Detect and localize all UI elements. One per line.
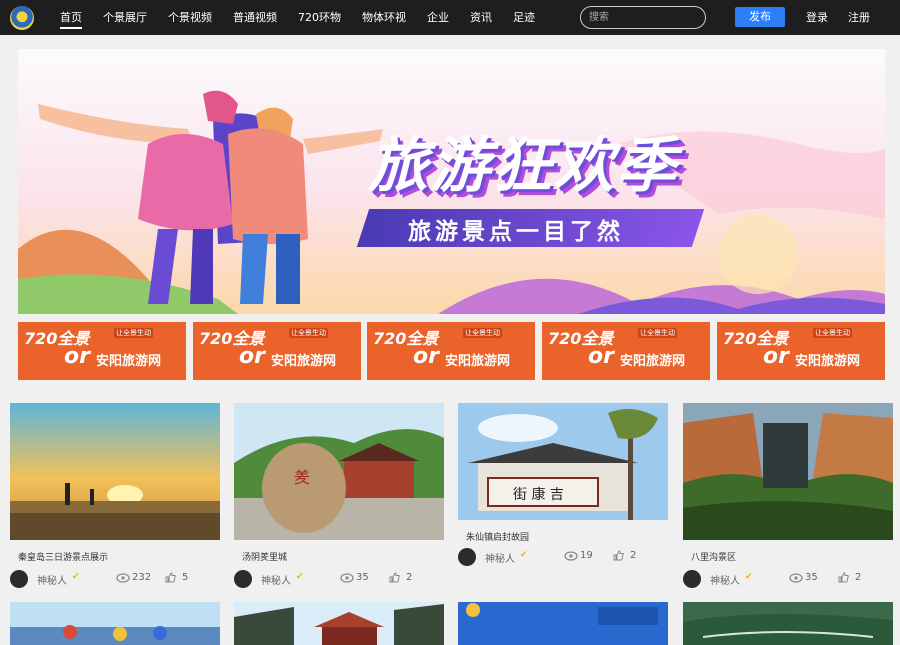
author-avatar[interactable]: [683, 570, 701, 588]
content-card[interactable]: 街 康 吉 朱仙镇启封故园 神秘人 ✔ 19 2: [458, 403, 668, 573]
view-count: 35: [356, 572, 369, 583]
nav-item-normal-video[interactable]: 普通视频: [233, 0, 277, 35]
register-link[interactable]: 注册: [848, 0, 870, 35]
nav-item-news[interactable]: 资讯: [470, 0, 492, 35]
like-count: 2: [406, 572, 413, 583]
like-count: 2: [630, 550, 637, 561]
svg-text:街 康 吉: 街 康 吉: [513, 486, 564, 503]
author-name[interactable]: 神秘人: [485, 550, 515, 565]
nav-item-panorama-hall[interactable]: 个景展厅: [103, 0, 147, 35]
card-meta: 神秘人 ✔ 35 2: [683, 570, 893, 588]
ad-banner[interactable]: 720全景 让全景生动 or 安阳旅游网: [193, 322, 361, 380]
content-card[interactable]: 秦皇岛三日游景点展示 神秘人 ✔ 232 5: [10, 403, 220, 593]
author-avatar[interactable]: [10, 570, 28, 588]
card-title[interactable]: 秦皇岛三日游景点展示: [18, 550, 108, 563]
ad-or-text: or: [239, 344, 265, 369]
nav-item-panorama-video[interactable]: 个景视频: [168, 0, 212, 35]
ad-banner[interactable]: 720全景 让全景生动 or 安阳旅游网: [717, 322, 885, 380]
like-count: 5: [182, 572, 189, 583]
ad-or-text: or: [588, 344, 614, 369]
ad-banner[interactable]: 720全景 让全景生动 or 安阳旅游网: [367, 322, 535, 380]
card-meta: 神秘人 ✔ 35 2: [234, 570, 444, 588]
nav-item-home[interactable]: 首页: [60, 0, 82, 35]
verified-icon: ✔: [520, 550, 528, 560]
card-thumbnail[interactable]: [10, 403, 220, 540]
ad-tagline: 让全景生动: [289, 328, 328, 338]
author-name[interactable]: 神秘人: [37, 572, 67, 587]
like-count: 2: [855, 572, 862, 583]
eye-icon: [116, 573, 130, 583]
verified-icon: ✔: [72, 572, 80, 582]
card-title[interactable]: 汤阴羑里城: [242, 550, 287, 563]
nav-item-footprint[interactable]: 足迹: [513, 0, 535, 35]
login-link[interactable]: 登录: [806, 0, 828, 35]
card-thumbnail[interactable]: [683, 602, 893, 645]
view-count: 232: [132, 572, 152, 583]
ad-site-name: 安阳旅游网: [96, 354, 162, 369]
ad-tagline: 让全景生动: [638, 328, 677, 338]
card-thumbnail[interactable]: [10, 602, 220, 645]
thumbs-up-icon[interactable]: [838, 572, 849, 583]
ad-or-text: or: [763, 344, 789, 369]
thumbs-up-icon[interactable]: [165, 572, 176, 583]
nav-item-object-view[interactable]: 物体环视: [362, 0, 406, 35]
publish-button[interactable]: 发布: [735, 7, 785, 27]
ad-tagline: 让全景生动: [463, 328, 502, 338]
card-title[interactable]: 八里沟景区: [691, 550, 736, 563]
nav-item-enterprise[interactable]: 企业: [427, 0, 449, 35]
site-logo[interactable]: [10, 6, 34, 30]
view-count: 19: [580, 550, 593, 561]
eye-icon: [340, 573, 354, 583]
author-name[interactable]: 神秘人: [710, 572, 740, 587]
ad-site-name: 安阳旅游网: [271, 354, 337, 369]
main-nav: 首页 个景展厅 个景视频 普通视频 720环物 物体环视 企业 资讯 足迹: [60, 0, 556, 35]
author-avatar[interactable]: [234, 570, 252, 588]
svg-text:羑: 羑: [294, 468, 310, 487]
ad-or-text: or: [64, 344, 90, 369]
verified-icon: ✔: [745, 572, 753, 582]
eye-icon: [564, 551, 578, 561]
card-thumbnail[interactable]: [683, 403, 893, 540]
thumbs-up-icon[interactable]: [613, 550, 624, 561]
top-navbar: 首页 个景展厅 个景视频 普通视频 720环物 物体环视 企业 资讯 足迹 发布…: [0, 0, 900, 35]
ad-strip: 720全景 让全景生动 or 安阳旅游网 720全景 让全景生动 or 安阳旅游…: [18, 322, 885, 380]
content-card[interactable]: 羑 汤阴羑里城 神秘人 ✔ 35 2: [234, 403, 444, 593]
author-avatar[interactable]: [458, 548, 476, 566]
search-input[interactable]: [580, 6, 706, 29]
card-title[interactable]: 朱仙镇启封故园: [466, 530, 529, 543]
card-thumbnail[interactable]: [458, 602, 668, 645]
ad-site-name: 安阳旅游网: [795, 354, 861, 369]
nav-item-720-object[interactable]: 720环物: [298, 0, 341, 35]
ad-tagline: 让全景生动: [813, 328, 852, 338]
content-card[interactable]: 八里沟景区 神秘人 ✔ 35 2: [683, 403, 893, 593]
card-thumbnail[interactable]: 羑: [234, 403, 444, 540]
ad-site-name: 安阳旅游网: [620, 354, 686, 369]
ad-tagline: 让全景生动: [114, 328, 153, 338]
card-thumbnail[interactable]: 街 康 吉: [458, 403, 668, 520]
banner-subtitle: 旅游景点一目了然: [408, 219, 624, 245]
ad-or-text: or: [413, 344, 439, 369]
card-meta: 神秘人 ✔ 19 2: [458, 548, 668, 566]
card-meta: 神秘人 ✔ 232 5: [10, 570, 220, 588]
ad-site-name: 安阳旅游网: [445, 354, 511, 369]
hero-banner[interactable]: 旅游狂欢季 旅游景点一目了然: [18, 49, 885, 314]
banner-title: 旅游狂欢季: [368, 131, 678, 201]
card-thumbnail[interactable]: [234, 602, 444, 645]
ad-banner[interactable]: 720全景 让全景生动 or 安阳旅游网: [542, 322, 710, 380]
thumbs-up-icon[interactable]: [389, 572, 400, 583]
view-count: 35: [805, 572, 818, 583]
author-name[interactable]: 神秘人: [261, 572, 291, 587]
verified-icon: ✔: [296, 572, 304, 582]
eye-icon: [789, 573, 803, 583]
ad-banner[interactable]: 720全景 让全景生动 or 安阳旅游网: [18, 322, 186, 380]
